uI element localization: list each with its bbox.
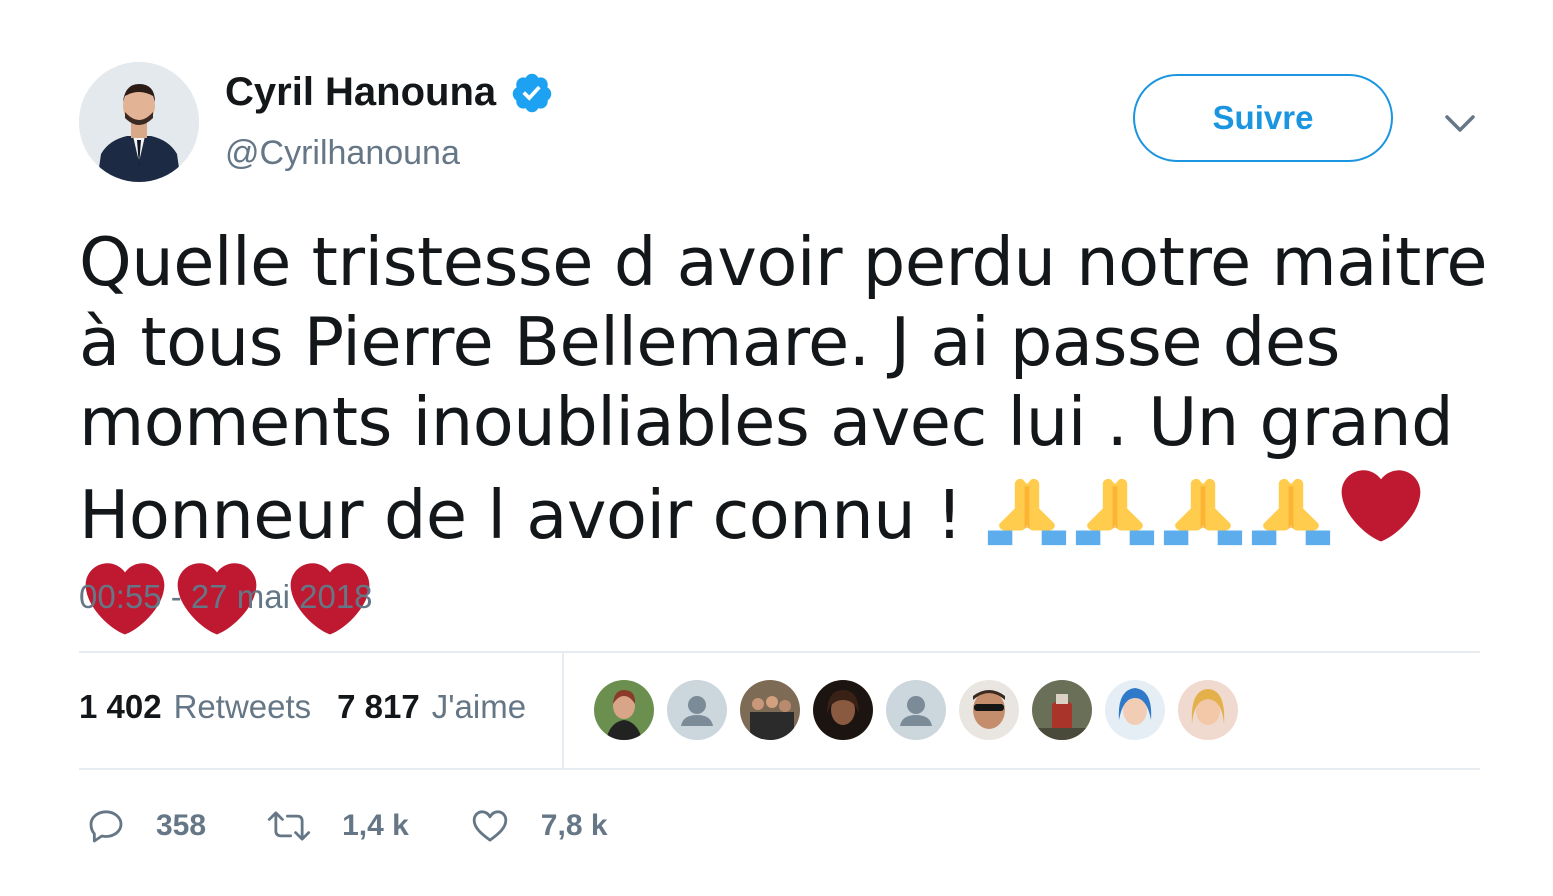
avatar-image [79, 62, 199, 182]
follow-button[interactable]: Suivre [1133, 74, 1393, 162]
user-name[interactable]: Cyril Hanouna [225, 70, 496, 115]
retweet-count: 1,4 k [342, 809, 409, 842]
tweet-timestamp[interactable]: 00:55 - 27 mai 2018 [79, 578, 373, 616]
folded-hands-icon [1076, 478, 1155, 546]
likes-stat[interactable]: 7 817 J'aime [337, 688, 526, 726]
retweets-stat[interactable]: 1 402 Retweets [79, 688, 311, 726]
heart-icon [472, 810, 508, 842]
user-handle[interactable]: @Cyrilhanouna [225, 134, 460, 173]
liker-avatar[interactable] [1105, 680, 1165, 740]
liker-photo [1178, 680, 1238, 740]
likers-avatars [594, 680, 1251, 740]
tweet-stats: 1 402 Retweets 7 817 J'aime [79, 688, 526, 726]
chevron-down-icon[interactable] [1440, 106, 1480, 142]
profile-avatar[interactable] [79, 62, 199, 182]
default-user-icon [886, 680, 946, 740]
default-user-icon [667, 680, 727, 740]
liker-avatar[interactable] [740, 680, 800, 740]
reply-count: 358 [156, 809, 207, 842]
liker-avatar[interactable] [1178, 680, 1238, 740]
retweet-icon [267, 811, 311, 841]
folded-hands-icon [988, 478, 1067, 546]
liker-avatar[interactable] [667, 680, 727, 740]
likes-count: 7 817 [337, 688, 420, 725]
liker-avatar[interactable] [813, 680, 873, 740]
user-name-row: Cyril Hanouna [225, 70, 554, 115]
folded-hands-icon [1164, 478, 1243, 546]
like-action[interactable]: 7,8 k [469, 806, 608, 846]
divider-top [79, 651, 1480, 653]
reply-action[interactable]: 358 [86, 806, 206, 846]
liker-avatar[interactable] [594, 680, 654, 740]
tweet-actions: 358 1,4 k 7,8 k [86, 806, 668, 846]
liker-avatar[interactable] [886, 680, 946, 740]
divider-vertical [562, 653, 564, 769]
stat-spacer [311, 688, 337, 726]
verified-badge-icon [512, 73, 552, 112]
liker-photo [740, 680, 800, 740]
folded-hands-icon [1252, 478, 1331, 546]
liker-photo [1105, 680, 1165, 740]
likes-label: J'aime [431, 688, 527, 725]
red-heart-icon [1341, 470, 1421, 542]
liker-photo [959, 680, 1019, 740]
liker-photo [594, 680, 654, 740]
liker-photo [813, 680, 873, 740]
liker-photo [1032, 680, 1092, 740]
liker-avatar[interactable] [959, 680, 1019, 740]
divider-bottom [79, 768, 1480, 770]
like-count: 7,8 k [540, 809, 608, 842]
liker-avatar[interactable] [1032, 680, 1092, 740]
retweets-label: Retweets [173, 688, 312, 725]
retweet-action[interactable]: 1,4 k [266, 806, 409, 846]
retweets-count: 1 402 [79, 688, 162, 725]
reply-icon [89, 810, 123, 843]
